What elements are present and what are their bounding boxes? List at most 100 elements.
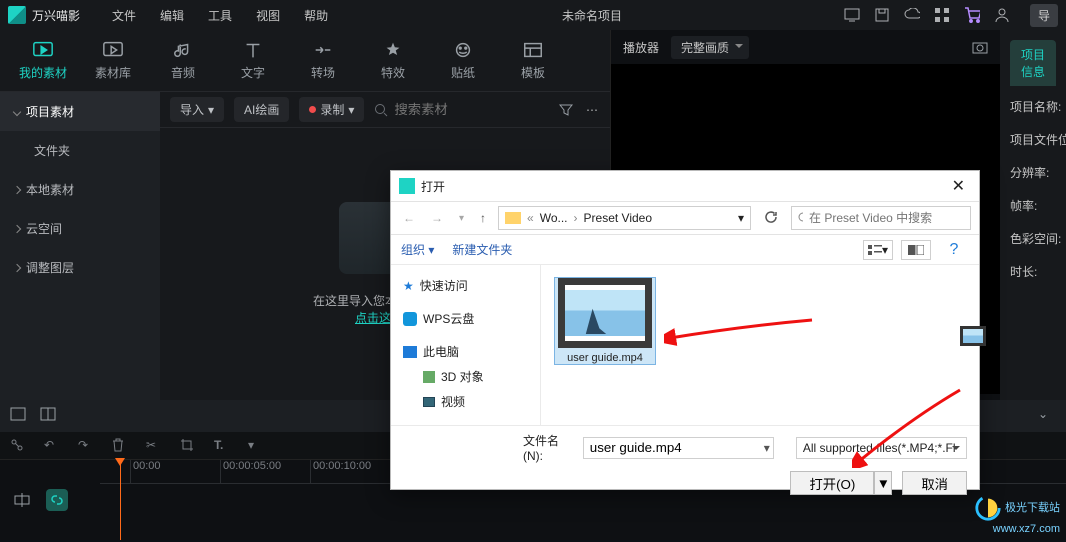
film-icon bbox=[423, 397, 435, 407]
search-input[interactable] bbox=[394, 102, 494, 117]
filter-icon[interactable] bbox=[558, 102, 574, 118]
menu-view[interactable]: 视图 bbox=[244, 7, 292, 24]
info-fps: 帧率: bbox=[1010, 197, 1056, 214]
tab-text[interactable]: 文字 bbox=[218, 40, 288, 81]
links-icon[interactable] bbox=[10, 438, 26, 454]
dialog-title: 打开 bbox=[421, 178, 445, 195]
dialog-search[interactable] bbox=[791, 206, 971, 230]
layout-icon[interactable] bbox=[10, 407, 28, 425]
media-sidebar: 项目素材 文件夹 本地素材 云空间 调整图层 bbox=[0, 92, 160, 400]
undo-icon[interactable]: ↶ bbox=[44, 438, 60, 454]
record-button[interactable]: 录制▾ bbox=[299, 97, 364, 122]
tree-pc[interactable]: 此电脑 bbox=[401, 339, 530, 364]
close-icon[interactable]: ✕ bbox=[946, 176, 971, 196]
nav-up-icon[interactable]: ↑ bbox=[476, 211, 490, 225]
snapshot-icon[interactable] bbox=[972, 39, 988, 55]
newfolder-button[interactable]: 新建文件夹 bbox=[452, 241, 512, 258]
view-mode-button[interactable]: ▾ bbox=[863, 240, 893, 260]
more-icon[interactable]: ⋯ bbox=[584, 102, 600, 118]
chevron-down-icon[interactable]: ▾ bbox=[738, 211, 744, 225]
sidebar-item-folder[interactable]: 文件夹 bbox=[0, 131, 160, 170]
link-toggle[interactable] bbox=[46, 489, 68, 511]
cloud-icon[interactable] bbox=[904, 7, 920, 23]
tree-video[interactable]: 视频 bbox=[401, 389, 530, 414]
filetype-select[interactable]: All supported files(*.MP4;*.Fl bbox=[796, 437, 967, 459]
cart-icon[interactable] bbox=[964, 7, 980, 23]
app-logo bbox=[8, 6, 26, 24]
menu-help[interactable]: 帮助 bbox=[292, 7, 340, 24]
nav-hist-icon[interactable]: ▾ bbox=[455, 213, 468, 224]
menu-edit[interactable]: 编辑 bbox=[148, 7, 196, 24]
grid-icon[interactable] bbox=[934, 7, 950, 23]
video-thumb bbox=[558, 278, 652, 348]
help-icon[interactable]: ? bbox=[939, 240, 969, 260]
organize-button[interactable]: 组织 ▾ bbox=[401, 241, 434, 258]
redo-icon[interactable]: ↷ bbox=[78, 438, 94, 454]
device-icon[interactable] bbox=[844, 7, 860, 23]
save-icon[interactable] bbox=[874, 7, 890, 23]
filename-input[interactable] bbox=[583, 437, 774, 459]
refresh-icon[interactable] bbox=[759, 206, 783, 230]
more-tl-icon[interactable]: ▾ bbox=[248, 438, 264, 454]
file-user-guide[interactable]: user guide.mp4 bbox=[555, 278, 655, 364]
preview-title: 播放器 bbox=[623, 39, 659, 56]
info-name: 项目名称: bbox=[1010, 98, 1056, 115]
collapse-icon[interactable]: ⌄ bbox=[1038, 407, 1056, 425]
info-res: 分辨率: bbox=[1010, 164, 1056, 181]
crop-icon[interactable] bbox=[180, 438, 196, 454]
wps-icon bbox=[403, 312, 417, 326]
info-dur: 时长: bbox=[1010, 263, 1056, 280]
filename-label: 文件名(N): bbox=[523, 432, 575, 463]
pc-icon bbox=[403, 346, 417, 358]
playhead[interactable] bbox=[120, 460, 121, 540]
tab-stock[interactable]: 素材库 bbox=[78, 40, 148, 81]
info-panel: 项目信息 项目名称: 项目文件位 分辨率: 帧率: 色彩空间: 时长: bbox=[1000, 30, 1066, 400]
layout2-icon[interactable] bbox=[40, 407, 58, 425]
text-icon[interactable]: T. bbox=[214, 438, 230, 454]
dialog-search-input[interactable] bbox=[809, 211, 964, 225]
open-dropdown[interactable]: ▼ bbox=[874, 471, 892, 495]
user-icon[interactable] bbox=[994, 7, 1010, 23]
cube-icon bbox=[423, 371, 435, 383]
cut-icon[interactable]: ✂ bbox=[146, 438, 162, 454]
file-list[interactable]: user guide.mp4 bbox=[541, 265, 979, 425]
ai-paint-button[interactable]: AI绘画 bbox=[234, 97, 289, 122]
menu-tools[interactable]: 工具 bbox=[196, 7, 244, 24]
preview-pane-button[interactable] bbox=[901, 240, 931, 260]
import-button[interactable]: 导入▾ bbox=[170, 97, 224, 122]
folder-icon bbox=[505, 212, 521, 224]
folder-tree: ★快速访问 WPS云盘 此电脑 3D 对象 视频 bbox=[391, 265, 541, 425]
nav-back-icon[interactable]: ← bbox=[399, 211, 419, 225]
chevron-down-icon[interactable]: ▾ bbox=[764, 441, 770, 455]
menu-file[interactable]: 文件 bbox=[100, 7, 148, 24]
search-icon bbox=[798, 212, 803, 224]
tab-template[interactable]: 模板 bbox=[498, 40, 568, 81]
sidebar-item-local[interactable]: 本地素材 bbox=[0, 170, 160, 209]
tab-transition[interactable]: 转场 bbox=[288, 40, 358, 81]
info-tab[interactable]: 项目信息 bbox=[1010, 40, 1056, 86]
stage-toolbar: 导入▾ AI绘画 录制▾ ⋯ bbox=[160, 92, 610, 128]
watermark: 极光下载站www.xz7.com bbox=[974, 494, 1060, 536]
track-add-icon[interactable] bbox=[14, 492, 30, 508]
tab-effects[interactable]: 特效 bbox=[358, 40, 428, 81]
sidebar-item-project[interactable]: 项目素材 bbox=[0, 92, 160, 131]
record-icon bbox=[309, 106, 316, 113]
search-icon bbox=[374, 103, 388, 117]
tab-audio[interactable]: 音频 bbox=[148, 40, 218, 81]
media-tabs: 我的素材 素材库 音频 文字 转场 特效 贴纸 模板 bbox=[0, 30, 610, 92]
search-box[interactable] bbox=[374, 102, 548, 117]
breadcrumb[interactable]: « Wo... › Preset Video ▾ bbox=[498, 206, 751, 230]
export-button[interactable]: 导 bbox=[1030, 4, 1058, 27]
delete-icon[interactable] bbox=[112, 438, 128, 454]
tab-sticker[interactable]: 贴纸 bbox=[428, 40, 498, 81]
tree-wps[interactable]: WPS云盘 bbox=[401, 306, 530, 331]
tab-my-media[interactable]: 我的素材 bbox=[8, 40, 78, 81]
tree-3d[interactable]: 3D 对象 bbox=[401, 364, 530, 389]
cancel-button[interactable]: 取消 bbox=[902, 471, 967, 495]
open-button[interactable]: 打开(O) bbox=[790, 471, 874, 495]
sidebar-item-adjust[interactable]: 调整图层 bbox=[0, 248, 160, 287]
sidebar-item-cloud[interactable]: 云空间 bbox=[0, 209, 160, 248]
nav-fwd-icon[interactable]: → bbox=[427, 211, 447, 225]
tree-quick[interactable]: ★快速访问 bbox=[401, 273, 530, 298]
quality-select[interactable]: 完整画质 bbox=[671, 36, 749, 59]
